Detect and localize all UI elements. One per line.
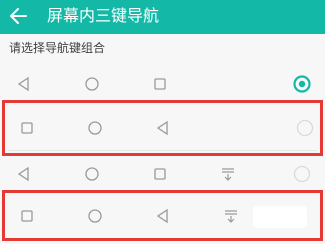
radio-unselected[interactable] bbox=[293, 165, 311, 183]
home-circle-icon bbox=[85, 167, 99, 181]
app-bar: 屏幕内三键导航 bbox=[0, 0, 325, 34]
home-circle-icon bbox=[88, 208, 102, 223]
back-triangle-icon bbox=[17, 166, 29, 182]
obscured-region bbox=[253, 206, 307, 228]
nav-option-4[interactable] bbox=[2, 190, 323, 241]
home-circle-icon bbox=[88, 121, 102, 135]
recent-square-icon bbox=[154, 168, 166, 180]
arrow-left-icon[interactable] bbox=[6, 3, 32, 29]
back-triangle-icon bbox=[17, 76, 29, 92]
back-triangle-icon bbox=[156, 208, 168, 223]
notification-pulldown-icon bbox=[222, 168, 234, 181]
notification-pulldown-icon bbox=[225, 209, 237, 223]
back-triangle-icon bbox=[156, 120, 168, 136]
recent-square-icon bbox=[154, 78, 166, 90]
radio-selected[interactable] bbox=[293, 75, 311, 93]
nav-option-2[interactable] bbox=[2, 100, 323, 156]
home-circle-icon bbox=[85, 77, 99, 91]
radio-unselected[interactable] bbox=[296, 119, 314, 137]
recent-square-icon bbox=[21, 122, 33, 134]
section-label: 请选择导航键组合 bbox=[9, 41, 106, 55]
recent-square-icon bbox=[21, 209, 33, 222]
page-title: 屏幕内三键导航 bbox=[47, 6, 160, 25]
